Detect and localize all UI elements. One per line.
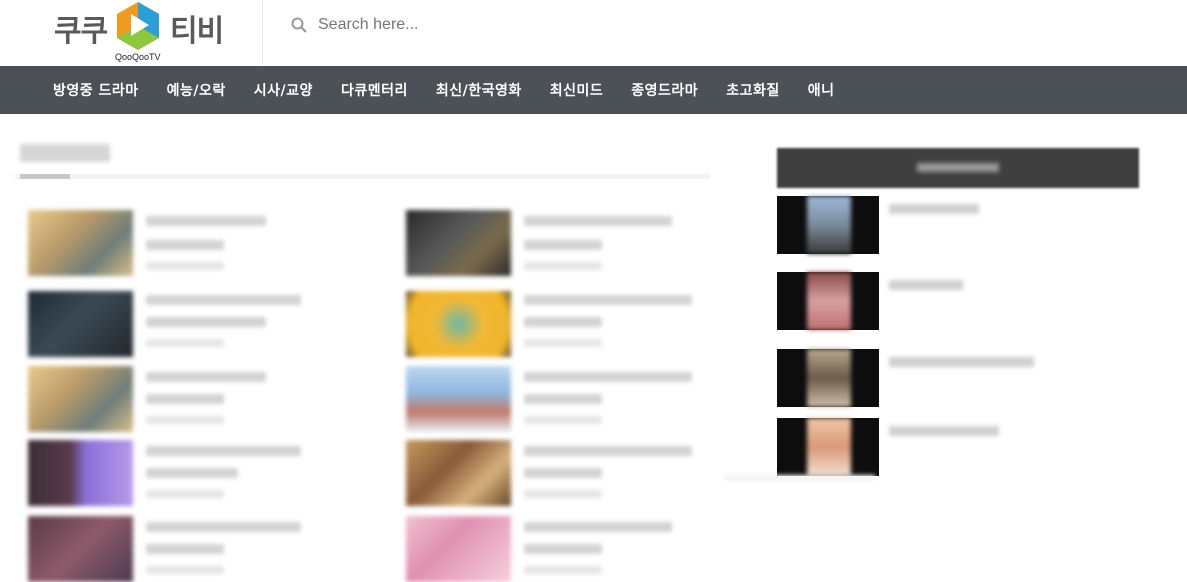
nav-item-airing-drama[interactable]: 방영중 드라마: [53, 80, 139, 100]
post-item[interactable]: [406, 366, 736, 432]
section-title-blurred: [20, 144, 110, 162]
sidebar-post-thumbnail[interactable]: [777, 418, 879, 476]
logo-text-right: 티비: [170, 14, 224, 49]
logo-subtitle: QooQooTV: [115, 52, 161, 62]
nav-item-current-affairs[interactable]: 시사/교양: [254, 80, 313, 100]
search-input[interactable]: [318, 10, 678, 40]
post-item[interactable]: [28, 516, 358, 582]
post-thumbnail[interactable]: [406, 291, 511, 357]
search-bar: [290, 10, 690, 40]
sidebar-post-thumbnail[interactable]: [777, 196, 879, 254]
post-item[interactable]: [406, 440, 736, 506]
sidebar-post-thumbnail[interactable]: [777, 272, 879, 330]
site-logo[interactable]: 쿠쿠 티비 QooQooTV: [40, 0, 263, 66]
section-divider: [15, 174, 710, 179]
post-item[interactable]: [28, 291, 358, 357]
post-thumbnail[interactable]: [28, 366, 133, 432]
sidebar-bottom-shadow: [725, 475, 875, 481]
post-item[interactable]: [406, 210, 736, 276]
post-thumbnail[interactable]: [406, 516, 511, 582]
post-thumbnail[interactable]: [28, 516, 133, 582]
sidebar-widget-header: [777, 148, 1139, 188]
nav-item-korean-movie[interactable]: 최신/한국영화: [436, 80, 522, 100]
nav-item-variety[interactable]: 예능/오락: [167, 80, 226, 100]
search-icon[interactable]: [290, 16, 308, 34]
post-thumbnail[interactable]: [28, 291, 133, 357]
sidebar-post-item[interactable]: [777, 196, 1137, 254]
sidebar-post-item[interactable]: [777, 272, 1137, 330]
nav-item-anime[interactable]: 애니: [808, 80, 835, 100]
sidebar-post-item[interactable]: [777, 349, 1137, 407]
nav-item-documentary[interactable]: 다큐멘터리: [341, 80, 408, 100]
site-header: 쿠쿠 티비 QooQooTV: [0, 0, 1187, 66]
post-item[interactable]: [28, 366, 358, 432]
play-logo-icon: [117, 2, 159, 50]
main-nav: 방영중 드라마 예능/오락 시사/교양 다큐멘터리 최신/한국영화 최신미드 종…: [0, 66, 1187, 114]
post-thumbnail[interactable]: [28, 210, 133, 276]
post-thumbnail[interactable]: [28, 440, 133, 506]
nav-item-us-drama[interactable]: 최신미드: [550, 80, 604, 100]
post-item[interactable]: [406, 516, 736, 582]
post-thumbnail[interactable]: [406, 440, 511, 506]
post-item[interactable]: [28, 440, 358, 506]
post-thumbnail[interactable]: [406, 210, 511, 276]
post-thumbnail[interactable]: [406, 366, 511, 432]
logo-text-left: 쿠쿠: [54, 14, 108, 49]
sidebar-post-item[interactable]: [777, 418, 1137, 476]
post-item[interactable]: [28, 210, 358, 276]
sidebar-post-thumbnail[interactable]: [777, 349, 879, 407]
nav-item-uhd[interactable]: 초고화질: [726, 80, 780, 100]
nav-item-ended-drama[interactable]: 종영드라마: [631, 80, 698, 100]
post-item[interactable]: [406, 291, 736, 357]
